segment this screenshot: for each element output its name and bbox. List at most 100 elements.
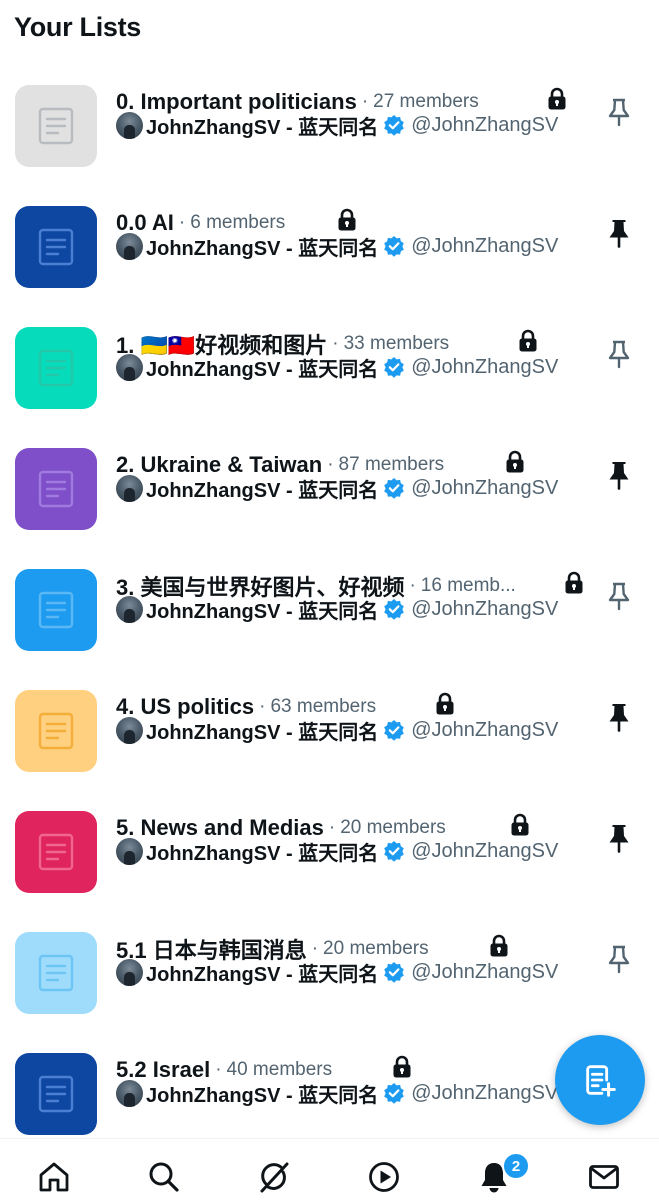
- nav-video[interactable]: [364, 1157, 404, 1197]
- pin-button[interactable]: [605, 580, 633, 612]
- list-owner: JohnZhangSV - 蓝天同名 @JohnZhangSV: [116, 231, 558, 261]
- list-owner: JohnZhangSV - 蓝天同名 @JohnZhangSV: [116, 352, 558, 382]
- owner-name: JohnZhangSV - 蓝天同名: [146, 479, 379, 502]
- list-owner: JohnZhangSV - 蓝天同名 @JohnZhangSV: [116, 836, 558, 866]
- lock-icon: [517, 329, 539, 353]
- list-item[interactable]: 1. 🇺🇦🇹🇼好视频和图片 · 33 members JohnZhangSV - 蓝天…: [0, 311, 659, 432]
- list-thumbnail: [15, 448, 97, 530]
- pin-button[interactable]: [605, 338, 633, 370]
- owner-name: JohnZhangSV - 蓝天同名: [146, 358, 379, 381]
- list-thumbnail: [15, 811, 97, 893]
- pin-filled-icon: [609, 220, 629, 248]
- list-item[interactable]: 0.0 AI · 6 members JohnZhangSV - 蓝天同名 @JohnZ…: [0, 190, 659, 311]
- pinned-button[interactable]: [605, 459, 633, 491]
- list-icon: [38, 591, 74, 629]
- lock-icon: [336, 208, 358, 232]
- avatar: [116, 474, 143, 502]
- list-icon: [38, 954, 74, 992]
- lock-icon: [563, 571, 585, 595]
- owner-handle: @JohnZhangSV: [411, 839, 559, 862]
- list-icon: [38, 1075, 74, 1113]
- new-list-icon: [586, 1065, 616, 1097]
- list-owner: JohnZhangSV - 蓝天同名 @JohnZhangSV: [116, 715, 558, 745]
- nav-home[interactable]: [34, 1157, 74, 1197]
- avatar: [116, 595, 143, 623]
- list-item[interactable]: 5. News and Medias · 20 members JohnZhangSV…: [0, 795, 659, 916]
- list-icon: [38, 712, 74, 750]
- avatar: [116, 1079, 143, 1107]
- pin-icon: [608, 98, 630, 127]
- lock-icon: [509, 813, 531, 837]
- owner-handle: @JohnZhangSV: [411, 1081, 559, 1104]
- pinned-button[interactable]: [605, 701, 633, 733]
- list-thumbnail: [15, 690, 97, 772]
- list-icon: [38, 470, 74, 508]
- list-owner: JohnZhangSV - 蓝天同名 @JohnZhangSV: [116, 110, 558, 140]
- list-icon: [38, 228, 74, 266]
- list-icon: [38, 833, 74, 871]
- avatar: [116, 232, 143, 260]
- owner-name: JohnZhangSV - 蓝天同名: [146, 600, 379, 623]
- avatar: [116, 716, 143, 744]
- list-thumbnail: [15, 1053, 97, 1135]
- messages-icon: [589, 1165, 619, 1189]
- lock-icon: [504, 450, 526, 474]
- verified-badge-icon: [383, 598, 405, 620]
- owner-name: JohnZhangSV - 蓝天同名: [146, 237, 379, 260]
- verified-badge-icon: [383, 961, 405, 983]
- list-item[interactable]: 0. Important politicians · 27 members JohnZ…: [0, 69, 659, 190]
- list-item[interactable]: 3. 美国与世界好图片、好视频 · 16 memb... JohnZhangSV - …: [0, 553, 659, 674]
- page-title: Your Lists: [14, 12, 142, 42]
- list-thumbnail: [15, 206, 97, 288]
- nav-search[interactable]: [144, 1157, 184, 1197]
- list-item[interactable]: 2. Ukraine & Taiwan · 87 members JohnZhangS…: [0, 432, 659, 553]
- list-thumbnail: [15, 85, 97, 167]
- owner-handle: @JohnZhangSV: [411, 476, 559, 499]
- list-item[interactable]: 5.1 日本与韩国消息 · 20 members JohnZhangSV - 蓝天同名…: [0, 916, 659, 1037]
- lock-icon: [546, 87, 568, 111]
- pin-filled-icon: [609, 825, 629, 853]
- owner-handle: @JohnZhangSV: [411, 355, 559, 378]
- verified-badge-icon: [383, 840, 405, 862]
- create-list-button[interactable]: [555, 1035, 645, 1125]
- avatar: [116, 353, 143, 381]
- notifications-badge: 2: [502, 1152, 530, 1180]
- list-thumbnail: [15, 569, 97, 651]
- pin-icon: [608, 582, 630, 611]
- pin-filled-icon: [609, 704, 629, 732]
- owner-name: JohnZhangSV - 蓝天同名: [146, 842, 379, 865]
- list-owner: JohnZhangSV - 蓝天同名 @JohnZhangSV: [116, 1078, 558, 1108]
- owner-name: JohnZhangSV - 蓝天同名: [146, 116, 379, 139]
- home-icon: [39, 1162, 69, 1192]
- verified-badge-icon: [383, 356, 405, 378]
- pin-icon: [608, 340, 630, 369]
- video-icon: [369, 1162, 399, 1192]
- owner-handle: @JohnZhangSV: [411, 718, 559, 741]
- list-owner: JohnZhangSV - 蓝天同名 @JohnZhangSV: [116, 957, 558, 987]
- list-icon: [38, 349, 74, 387]
- nav-messages[interactable]: [584, 1157, 624, 1197]
- avatar: [116, 837, 143, 865]
- list-item[interactable]: 4. US politics · 63 members JohnZhangSV - 蓝…: [0, 674, 659, 795]
- pin-button[interactable]: [605, 96, 633, 128]
- nav-grok[interactable]: [254, 1157, 294, 1197]
- list-thumbnail: [15, 932, 97, 1014]
- owner-handle: @JohnZhangSV: [411, 597, 559, 620]
- list-icon: [38, 107, 74, 145]
- lock-icon: [434, 692, 456, 716]
- verified-badge-icon: [383, 235, 405, 257]
- avatar: [116, 111, 143, 139]
- search-icon: [149, 1162, 179, 1192]
- verified-badge-icon: [383, 477, 405, 499]
- pin-button[interactable]: [605, 943, 633, 975]
- verified-badge-icon: [383, 114, 405, 136]
- pinned-button[interactable]: [605, 217, 633, 249]
- lock-icon: [488, 934, 510, 958]
- verified-badge-icon: [383, 719, 405, 741]
- owner-name: JohnZhangSV - 蓝天同名: [146, 1084, 379, 1107]
- pin-icon: [608, 945, 630, 974]
- owner-name: JohnZhangSV - 蓝天同名: [146, 963, 379, 986]
- owner-handle: @JohnZhangSV: [411, 113, 559, 136]
- pinned-button[interactable]: [605, 822, 633, 854]
- lock-icon: [391, 1055, 413, 1079]
